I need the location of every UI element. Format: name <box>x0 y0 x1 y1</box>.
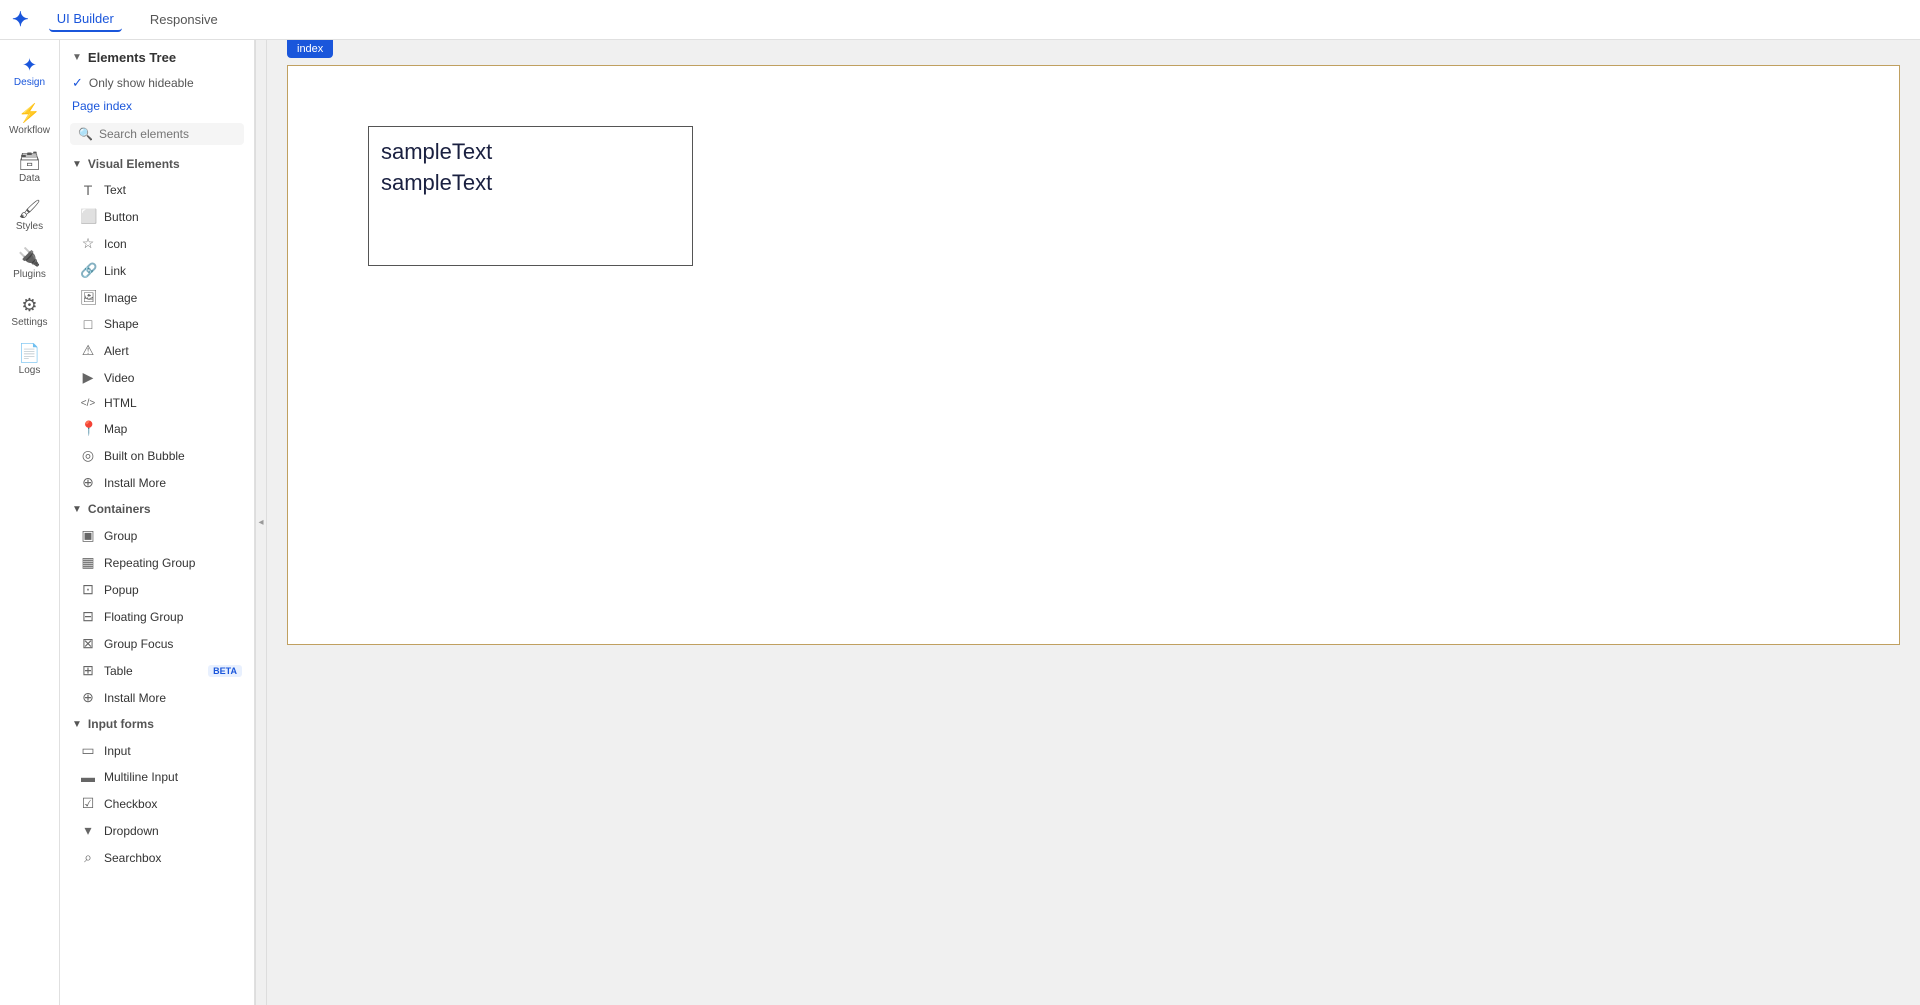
search-icon: 🔍 <box>78 127 93 141</box>
containers-chevron: ▼ <box>72 504 82 515</box>
data-icon: 🗃 <box>18 152 41 170</box>
html-icon: </> <box>80 398 96 409</box>
element-built-on-bubble[interactable]: ◎ Built on Bubble <box>60 442 254 469</box>
element-alert[interactable]: ⚠ Alert <box>60 337 254 364</box>
element-input[interactable]: ▭ Input <box>60 737 254 764</box>
tab-responsive[interactable]: Responsive <box>142 8 226 31</box>
nav-item-logs[interactable]: 📄 Logs <box>0 336 59 384</box>
button-icon: ⬜ <box>80 208 96 225</box>
visual-elements-header: ▼ Visual Elements <box>60 151 254 177</box>
element-multiline-input[interactable]: ▬ Multiline Input <box>60 764 254 790</box>
input-forms-chevron: ▼ <box>72 719 82 730</box>
containers-header: ▼ Containers <box>60 496 254 522</box>
logs-icon: 📄 <box>18 344 40 362</box>
nav-item-data[interactable]: 🗃 Data <box>0 144 59 192</box>
nav-item-settings[interactable]: ⚙ Settings <box>0 288 59 336</box>
nav-item-design[interactable]: ✦ Design <box>0 48 59 96</box>
main-layout: ✦ Design ⚡ Workflow 🗃 Data 🖌 Styles 🔌 Pl… <box>0 40 1920 1005</box>
element-button[interactable]: ⬜ Button <box>60 203 254 230</box>
element-shape[interactable]: □ Shape <box>60 311 254 337</box>
checkbox-icon: ☑ <box>80 795 96 812</box>
page-index-link[interactable]: Page index <box>60 95 254 117</box>
collapse-icon: ▼ <box>72 52 82 63</box>
alert-icon: ⚠ <box>80 342 96 359</box>
app-logo: ✦ <box>12 7 29 32</box>
input-forms-header: ▼ Input forms <box>60 711 254 737</box>
canvas-area[interactable]: index sampleText sampleText <box>267 40 1920 1005</box>
install-more-containers-icon: ⊕ <box>80 689 96 706</box>
element-image[interactable]: 🖼 Image <box>60 284 254 311</box>
elements-scroll: ▼ Visual Elements T Text ⬜ Button ☆ Icon… <box>60 151 254 1005</box>
element-video[interactable]: ▶ Video <box>60 364 254 391</box>
input-icon: ▭ <box>80 742 96 759</box>
collapse-handle[interactable]: ◂ <box>255 40 267 1005</box>
shape-icon: □ <box>80 316 96 332</box>
canvas-tab[interactable]: index <box>287 40 333 58</box>
floating-group-icon: ⊟ <box>80 608 96 625</box>
multiline-input-icon: ▬ <box>80 769 96 785</box>
element-dropdown[interactable]: ▾ Dropdown <box>60 817 254 844</box>
dropdown-icon: ▾ <box>80 822 96 839</box>
element-group-focus[interactable]: ⊠ Group Focus <box>60 630 254 657</box>
element-install-more-visual[interactable]: ⊕ Install More <box>60 469 254 496</box>
image-icon: 🖼 <box>80 289 96 306</box>
icon-icon: ☆ <box>80 235 96 252</box>
element-repeating-group[interactable]: ▦ Repeating Group <box>60 549 254 576</box>
video-icon: ▶ <box>80 369 96 386</box>
element-html[interactable]: </> HTML <box>60 391 254 415</box>
group-icon: ▣ <box>80 527 96 544</box>
top-bar: ✦ UI Builder Responsive <box>0 0 1920 40</box>
element-install-more-containers[interactable]: ⊕ Install More <box>60 684 254 711</box>
elements-panel: ▼ Elements Tree ✓ Only show hideable Pag… <box>60 40 255 1005</box>
hideable-checkmark: ✓ <box>72 75 83 91</box>
collapse-arrow: ◂ <box>258 517 263 528</box>
searchbox-icon: ⌕ <box>80 849 96 866</box>
element-icon[interactable]: ☆ Icon <box>60 230 254 257</box>
nav-item-styles[interactable]: 🖌 Styles <box>0 192 59 240</box>
element-popup[interactable]: ⊡ Popup <box>60 576 254 603</box>
repeating-group-icon: ▦ <box>80 554 96 571</box>
element-text[interactable]: T Text <box>60 177 254 203</box>
map-icon: 📍 <box>80 420 96 437</box>
element-floating-group[interactable]: ⊟ Floating Group <box>60 603 254 630</box>
element-link[interactable]: 🔗 Link <box>60 257 254 284</box>
element-searchbox[interactable]: ⌕ Searchbox <box>60 844 254 871</box>
beta-badge: BETA <box>208 665 242 677</box>
canvas-sample-text-1: sampleText <box>381 137 680 168</box>
nav-item-plugins[interactable]: 🔌 Plugins <box>0 240 59 288</box>
text-icon: T <box>80 182 96 198</box>
element-table[interactable]: ⊞ Table BETA <box>60 657 254 684</box>
group-focus-icon: ⊠ <box>80 635 96 652</box>
settings-icon: ⚙ <box>21 296 37 314</box>
link-icon: 🔗 <box>80 262 96 279</box>
plugins-icon: 🔌 <box>18 248 40 266</box>
canvas-sample-text-2: sampleText <box>381 168 680 199</box>
design-icon: ✦ <box>22 56 37 74</box>
vertical-nav: ✦ Design ⚡ Workflow 🗃 Data 🖌 Styles 🔌 Pl… <box>0 40 60 1005</box>
table-icon: ⊞ <box>80 662 96 679</box>
search-input[interactable] <box>99 127 236 141</box>
canvas-page[interactable]: sampleText sampleText <box>287 65 1900 645</box>
workflow-icon: ⚡ <box>18 104 40 122</box>
canvas-element-box[interactable]: sampleText sampleText <box>368 126 693 266</box>
install-more-visual-icon: ⊕ <box>80 474 96 491</box>
tab-ui-builder[interactable]: UI Builder <box>49 7 122 32</box>
show-hideable-row[interactable]: ✓ Only show hideable <box>60 71 254 95</box>
element-map[interactable]: 📍 Map <box>60 415 254 442</box>
nav-item-workflow[interactable]: ⚡ Workflow <box>0 96 59 144</box>
search-box: 🔍 <box>70 123 244 145</box>
element-checkbox[interactable]: ☑ Checkbox <box>60 790 254 817</box>
element-group[interactable]: ▣ Group <box>60 522 254 549</box>
visual-elements-chevron: ▼ <box>72 159 82 170</box>
popup-icon: ⊡ <box>80 581 96 598</box>
styles-icon: 🖌 <box>18 200 41 218</box>
elements-tree-header: ▼ Elements Tree <box>60 40 254 71</box>
built-on-bubble-icon: ◎ <box>80 447 96 464</box>
